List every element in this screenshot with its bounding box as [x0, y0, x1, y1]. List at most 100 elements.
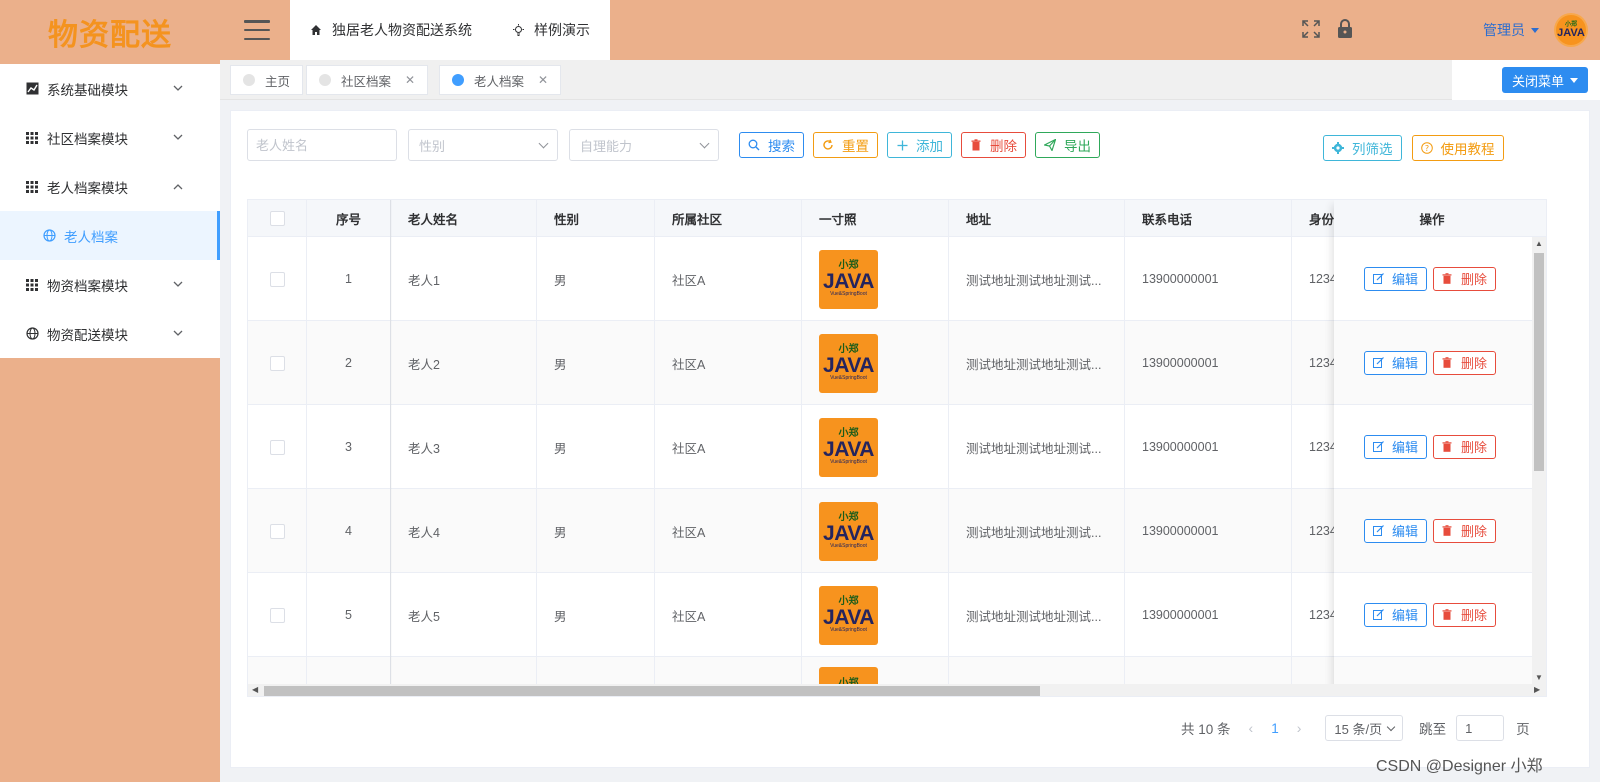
select-all-checkbox[interactable] — [269, 211, 285, 226]
scroll-left-icon[interactable]: ◀ — [252, 685, 258, 694]
trash-icon — [1442, 357, 1453, 368]
search-button[interactable]: 搜索 — [739, 132, 804, 158]
export-button[interactable]: 导出 — [1035, 132, 1100, 158]
elder-photo[interactable]: 小郑JAVAVue&SpringBoot — [819, 501, 878, 561]
row-delete-button[interactable]: 删除 — [1433, 434, 1497, 459]
ability-select[interactable]: 自理能力 — [569, 129, 719, 161]
col-header-community[interactable]: 所属社区 — [655, 200, 802, 237]
edit-button[interactable]: 编辑 — [1364, 434, 1428, 459]
vertical-scrollbar[interactable]: ▲ ▼ — [1532, 237, 1546, 685]
col-header-index[interactable]: 序号 — [307, 200, 391, 237]
edit-button[interactable]: 编辑 — [1364, 602, 1428, 627]
col-header-name[interactable]: 老人姓名 — [391, 200, 537, 237]
reset-button[interactable]: 重置 — [813, 132, 878, 158]
sidebar-item-system[interactable]: 系统基础模块 — [0, 64, 220, 113]
edit-button[interactable]: 编辑 — [1364, 518, 1428, 543]
elder-photo[interactable]: 小郑JAVAVue&SpringBoot — [819, 585, 878, 645]
edit-button[interactable]: 编辑 — [1364, 266, 1428, 291]
cell-name: 老人5 — [391, 573, 537, 657]
cell-photo: 小郑JAVAVue&SpringBoot — [802, 489, 949, 573]
row-checkbox[interactable] — [269, 523, 285, 539]
globe-icon — [43, 229, 56, 242]
tag-dot-icon — [319, 74, 331, 86]
actions-cell: 编辑 删除 — [1334, 321, 1530, 405]
menu-toggle-icon[interactable] — [244, 17, 270, 43]
row-delete-button[interactable]: 删除 — [1433, 266, 1497, 291]
sidebar-item-community[interactable]: 社区档案模块 — [0, 113, 220, 162]
row-delete-button[interactable]: 删除 — [1433, 518, 1497, 543]
horizontal-scroll-thumb[interactable] — [264, 686, 1040, 696]
elder-photo[interactable]: 小郑JAVAVue&SpringBoot — [819, 333, 878, 393]
cell-name: 老人2 — [391, 321, 537, 405]
fullscreen-icon[interactable] — [1300, 18, 1322, 40]
sidebar-item-supplies[interactable]: 物资档案模块 — [0, 260, 220, 309]
row-checkbox[interactable] — [269, 439, 285, 455]
scroll-up-icon[interactable]: ▲ — [1535, 239, 1543, 248]
row-delete-button[interactable]: 删除 — [1433, 350, 1497, 375]
jump-page-input[interactable]: 1 — [1456, 715, 1505, 741]
scroll-down-icon[interactable]: ▼ — [1535, 673, 1543, 682]
cell-photo: 小郑JAVAVue&SpringBoot — [802, 405, 949, 489]
user-menu[interactable]: 管理员 — [1483, 20, 1539, 40]
sidebar-subitem-elderly-archive[interactable]: 老人档案 — [0, 211, 220, 260]
elder-photo[interactable]: 小郑JAVAVue&SpringBoot — [819, 417, 878, 477]
tutorial-button[interactable]: ? 使用教程 — [1411, 135, 1504, 161]
cell-name: 老人1 — [391, 237, 537, 321]
tag-elderly-archive[interactable]: 老人档案 ✕ — [439, 65, 562, 95]
edit-button[interactable]: 编辑 — [1364, 350, 1428, 375]
col-header-address[interactable]: 地址 — [949, 200, 1125, 237]
horizontal-scrollbar[interactable]: ◀ ▶ — [248, 684, 1546, 696]
cell-gender: 男 — [537, 405, 655, 489]
cell-select — [248, 321, 307, 405]
add-button[interactable]: 添加 — [887, 132, 952, 158]
row-checkbox[interactable] — [269, 271, 285, 287]
col-header-phone[interactable]: 联系电话 — [1125, 200, 1292, 237]
delete-button[interactable]: 删除 — [961, 132, 1026, 158]
cell-photo: 小郑JAVAVue&SpringBoot — [802, 573, 949, 657]
close-menu-area: 关闭菜单 — [1452, 60, 1600, 100]
avatar[interactable]: 小郑 JAVA — [1554, 13, 1588, 47]
close-icon[interactable]: ✕ — [405, 73, 415, 87]
vertical-scroll-thumb[interactable] — [1534, 253, 1544, 471]
prev-page-icon[interactable]: ‹ — [1249, 720, 1254, 736]
cell-gender: 男 — [537, 237, 655, 321]
tag-home[interactable]: 主页 — [230, 65, 304, 95]
current-page[interactable]: 1 — [1271, 721, 1279, 736]
lock-icon[interactable] — [1334, 18, 1356, 40]
plus-icon — [896, 139, 908, 151]
cell-name: 老人3 — [391, 405, 537, 489]
edit-icon — [1373, 609, 1384, 620]
tag-dot-icon — [243, 74, 255, 86]
close-icon[interactable]: ✕ — [538, 73, 548, 87]
cell-community: 社区A — [655, 489, 802, 573]
top-tab-system[interactable]: 独居老人物资配送系统 — [290, 0, 492, 60]
gear-icon — [1332, 142, 1344, 154]
row-checkbox[interactable] — [269, 607, 285, 623]
send-icon — [1044, 139, 1056, 151]
column-filter-button[interactable]: 列筛选 — [1323, 135, 1402, 161]
pagination-total: 共 10 条 — [1181, 722, 1231, 737]
col-header-gender[interactable]: 性别 — [537, 200, 655, 237]
row-delete-button[interactable]: 删除 — [1433, 602, 1497, 627]
row-checkbox[interactable] — [269, 355, 285, 371]
cell-phone: 13900000001 — [1125, 573, 1292, 657]
col-header-photo[interactable]: 一寸照 — [802, 200, 949, 237]
cell-gender: 男 — [537, 321, 655, 405]
gender-select[interactable]: 性别 — [408, 129, 558, 161]
page-size-select[interactable]: 15 条/页 — [1325, 715, 1404, 741]
sidebar-item-delivery[interactable]: 物资配送模块 — [0, 309, 220, 358]
actions-cell: 编辑 删除 — [1334, 573, 1530, 657]
edit-icon — [1373, 441, 1384, 452]
elder-photo[interactable]: 小郑JAVAVue&SpringBoot — [819, 249, 878, 309]
cell-phone: 13900000001 — [1125, 405, 1292, 489]
top-tab-demo[interactable]: 样例演示 — [492, 0, 610, 60]
scroll-right-icon[interactable]: ▶ — [1534, 685, 1540, 694]
sidebar-item-elderly[interactable]: 老人档案模块 — [0, 162, 220, 211]
next-page-icon[interactable]: › — [1297, 720, 1302, 736]
operation-column: 操作 编辑 删除 编辑 删除 编辑 删除 编辑 删除 编辑 删除 — [1334, 200, 1530, 696]
close-menu-button[interactable]: 关闭菜单 — [1501, 67, 1588, 93]
select-all-cell — [248, 200, 307, 237]
tag-community-archive[interactable]: 社区档案 ✕ — [306, 65, 429, 95]
elder-name-input[interactable] — [247, 129, 397, 161]
watermark: CSDN @Designer 小郑 — [1376, 758, 1543, 775]
